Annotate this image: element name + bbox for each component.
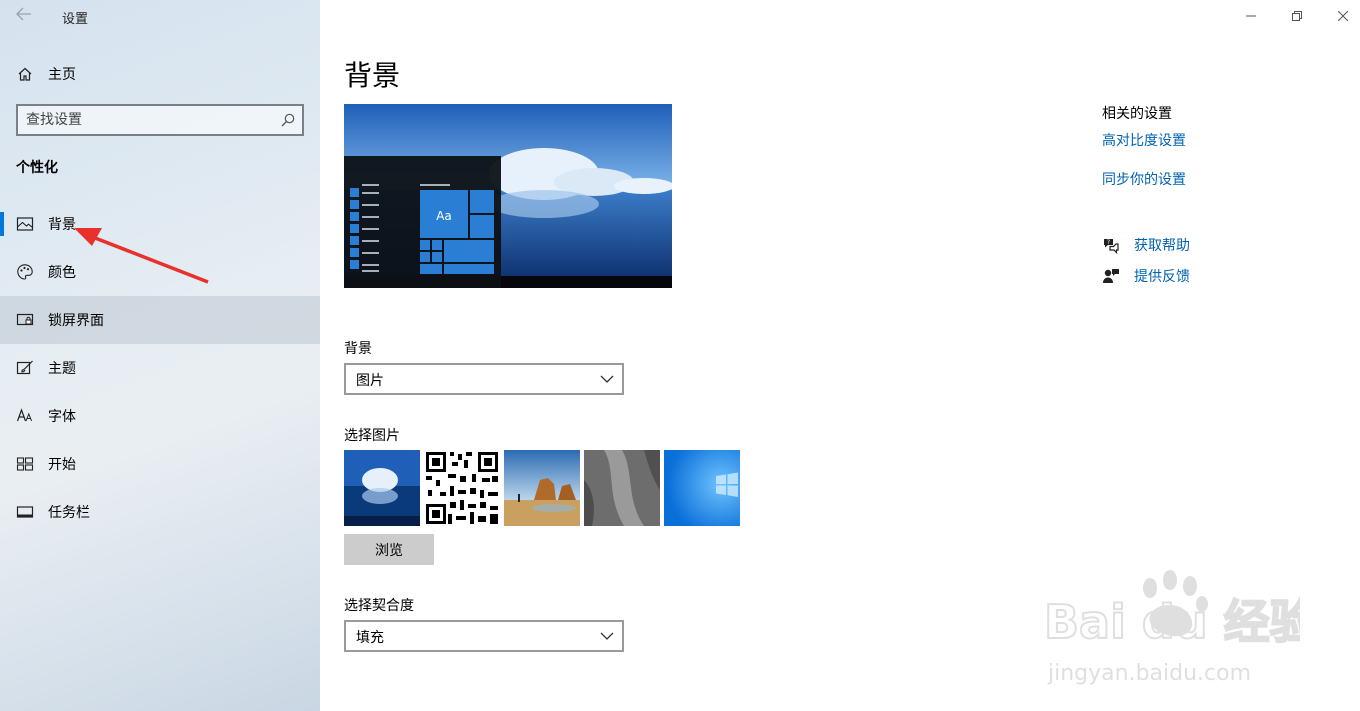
annotation-arrow (74, 228, 209, 284)
lock-screen-icon (16, 313, 34, 326)
start-tiles-icon (16, 457, 34, 471)
get-help-link: 获取帮助 (1134, 238, 1190, 254)
section-title: 个性化 (16, 160, 58, 176)
picture-thumbnails (344, 450, 740, 526)
back-arrow-icon (16, 7, 31, 21)
background-type-dropdown[interactable]: 图片 (344, 363, 624, 395)
font-icon (16, 408, 33, 422)
search-input[interactable] (26, 111, 266, 129)
home-icon (18, 67, 32, 81)
choose-picture-label: 选择图片 (344, 428, 400, 444)
page-title: 背景 (344, 59, 401, 92)
sidebar-item-label: 开始 (48, 457, 76, 473)
feedback-link: 提供反馈 (1134, 269, 1190, 285)
svg-text:?: ? (1107, 239, 1110, 246)
thumbnail-beach-rocks[interactable] (504, 450, 580, 526)
sidebar-item-fonts[interactable]: 字体 (0, 392, 320, 440)
sidebar-item-taskbar[interactable]: 任务栏 (0, 488, 320, 536)
background-type-value: 图片 (356, 373, 384, 389)
close-button[interactable] (1320, 0, 1360, 32)
help-chat-icon: ? (1104, 239, 1119, 254)
sidebar-item-start[interactable]: 开始 (0, 440, 320, 488)
search-box (16, 104, 304, 136)
restore-icon (1292, 11, 1302, 21)
fit-label: 选择契合度 (344, 598, 414, 614)
search-icon[interactable] (280, 112, 296, 128)
sidebar-home-label: 主页 (48, 67, 76, 83)
feedback-row[interactable]: 提供反馈 (1102, 266, 1190, 286)
chevron-down-icon (600, 632, 614, 640)
sidebar-item-label: 主题 (48, 361, 76, 377)
close-icon (1338, 11, 1348, 21)
picture-icon (16, 217, 34, 231)
sidebar-item-label: 任务栏 (48, 505, 90, 521)
browse-button[interactable]: 浏览 (344, 534, 434, 565)
thumbnail-rock-texture[interactable] (584, 450, 660, 526)
preview-image: Aa (344, 104, 672, 288)
background-preview: Aa (344, 104, 672, 288)
sidebar-home[interactable]: 主页 (0, 56, 320, 92)
background-type-label: 背景 (344, 341, 372, 357)
taskbar-icon (16, 506, 34, 518)
restore-button[interactable] (1274, 0, 1320, 32)
get-help-row[interactable]: ? 获取帮助 (1102, 235, 1190, 255)
fit-value: 填充 (356, 630, 384, 646)
sidebar: 设置 主页 个性化 背景 颜色 锁屏界面 主题 字体 (0, 0, 320, 711)
sync-settings-link[interactable]: 同步你的设置 (1102, 169, 1186, 189)
app-title: 设置 (62, 12, 89, 27)
watermark-brand: Bai du 经验 (1044, 595, 1300, 649)
thumbnail-qr-code[interactable] (424, 450, 500, 526)
theme-brush-icon (16, 360, 33, 375)
sidebar-item-label: 锁屏界面 (48, 313, 104, 329)
sidebar-item-label: 字体 (48, 409, 76, 425)
sidebar-item-themes[interactable]: 主题 (0, 344, 320, 392)
preview-tile-text: Aa (436, 209, 452, 223)
palette-icon (17, 264, 33, 280)
title-bar: 设置 (0, 0, 320, 32)
minimize-button[interactable] (1228, 0, 1274, 32)
high-contrast-link[interactable]: 高对比度设置 (1102, 130, 1186, 150)
fit-dropdown[interactable]: 填充 (344, 620, 624, 652)
related-settings-title: 相关的设置 (1102, 106, 1172, 122)
chevron-down-icon (600, 375, 614, 383)
feedback-icon (1103, 269, 1119, 283)
thumbnail-winter-lake[interactable] (344, 450, 420, 526)
watermark-url: jingyan.baidu.com (1047, 661, 1251, 686)
thumbnail-windows-light[interactable] (664, 450, 740, 526)
baidu-jingyan-watermark: Bai du 经验 jingyan.baidu.com (1043, 570, 1300, 686)
back-button[interactable] (10, 6, 38, 26)
minimize-icon (1246, 15, 1256, 17)
sidebar-item-lock-screen[interactable]: 锁屏界面 (0, 296, 320, 344)
